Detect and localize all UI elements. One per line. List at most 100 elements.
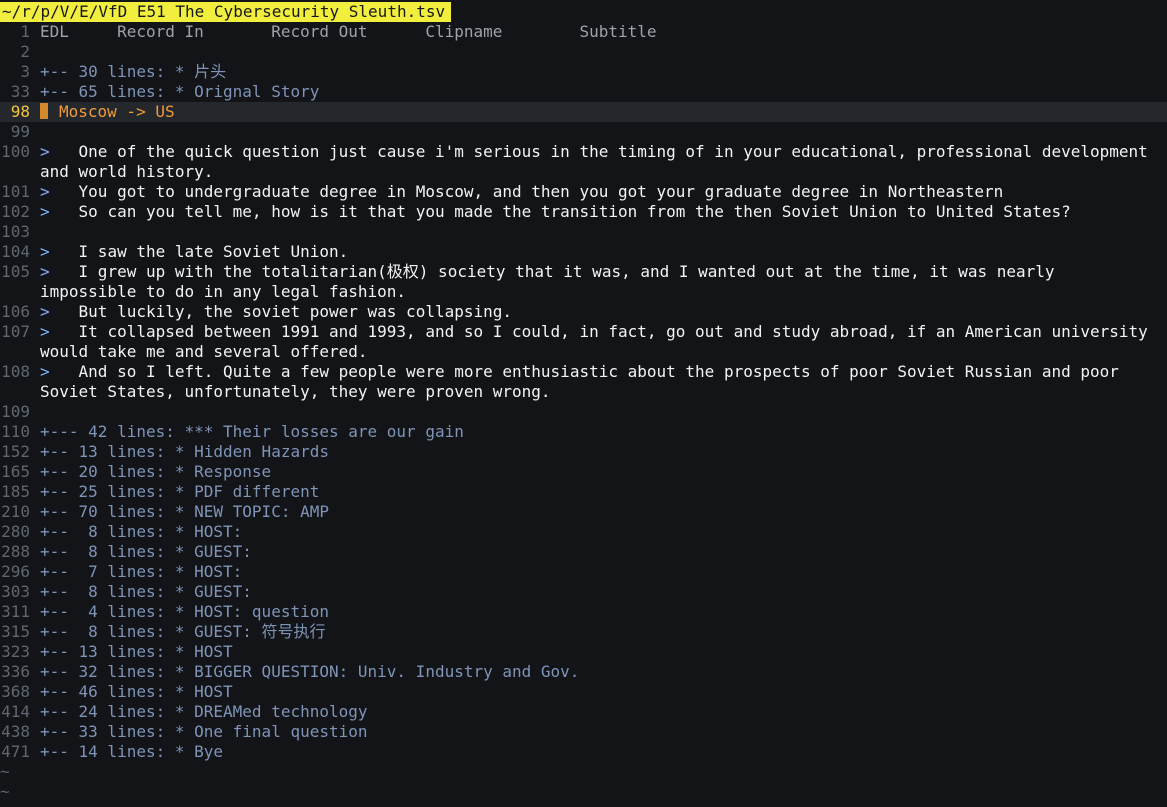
fold-summary: +-- 8 lines: * GUEST: (40, 542, 252, 561)
fold-line[interactable]: 311 +-- 4 lines: * HOST: question (0, 602, 1167, 622)
fold-summary: +-- 8 lines: * GUEST: (40, 582, 252, 601)
line-number: 103 (1, 222, 30, 241)
transcript-text: > You got to undergraduate degree in Mos… (30, 182, 1160, 202)
line-text: So can you tell me, how is it that you m… (49, 202, 1071, 221)
line-text: One of the quick question just cause i'm… (40, 142, 1158, 181)
fold-line[interactable]: 296 +-- 7 lines: * HOST: (0, 562, 1167, 582)
line-number: 106 (1, 302, 30, 321)
line-number: 438 (1, 722, 30, 741)
line-text: I grew up with the totalitarian(极权) soci… (40, 262, 1065, 301)
line-number: 165 (1, 462, 30, 481)
fold-line[interactable]: 3 +-- 30 lines: * 片头 (0, 62, 1167, 82)
transcript-line[interactable]: 104 > I saw the late Soviet Union. (0, 242, 1167, 262)
fold-summary: +-- 4 lines: * HOST: question (40, 602, 329, 621)
fold-line[interactable]: 280 +-- 8 lines: * HOST: (0, 522, 1167, 542)
fold-line[interactable]: 336 +-- 32 lines: * BIGGER QUESTION: Univ… (0, 662, 1167, 682)
fold-summary: +-- 8 lines: * HOST: (40, 522, 243, 541)
fold-summary: +-- 13 lines: * Hidden Hazards (40, 442, 329, 461)
line-number: 108 (1, 362, 30, 381)
fold-summary: +-- 30 lines: * 片头 (40, 62, 227, 81)
fold-line[interactable]: 185 +-- 25 lines: * PDF different (0, 482, 1167, 502)
empty-content (30, 42, 1160, 62)
line-number: 280 (1, 522, 30, 541)
fold-line[interactable]: 165 +-- 20 lines: * Response (0, 462, 1167, 482)
line-number: 109 (1, 402, 30, 421)
transcript-line[interactable]: 102 > So can you tell me, how is it that … (0, 202, 1167, 222)
fold-summary: +-- 32 lines: * BIGGER QUESTION: Univ. I… (40, 662, 580, 681)
tsv-header-text: EDL Record In Record Out Clipname Subtit… (40, 22, 657, 41)
line-number: 102 (1, 202, 30, 221)
line-number: 303 (1, 582, 30, 601)
fold-line[interactable]: 210 +-- 70 lines: * NEW TOPIC: AMP (0, 502, 1167, 522)
fold-line[interactable]: 315 +-- 8 lines: * GUEST: 符号执行 (0, 622, 1167, 642)
quote-marker: > (40, 362, 50, 381)
blank-line[interactable]: 109 (0, 402, 1167, 422)
fold-line[interactable]: 323 +-- 13 lines: * HOST (0, 642, 1167, 662)
vim-editor[interactable]: ~/r/p/V/E/VfD E51 The Cybersecurity Sleu… (0, 0, 1167, 807)
line-text: It collapsed between 1991 and 1993, and … (40, 322, 1158, 361)
fold-line[interactable]: 288 +-- 8 lines: * GUEST: (0, 542, 1167, 562)
blank-line[interactable]: 99 (0, 122, 1167, 142)
line-number: 296 (1, 562, 30, 581)
line-number: 105 (1, 262, 30, 281)
empty-content (30, 122, 1160, 142)
line-number: 2 (20, 42, 30, 61)
transcript-text: > It collapsed between 1991 and 1993, an… (30, 322, 1160, 362)
quote-marker: > (40, 302, 50, 321)
quote-marker: > (40, 142, 50, 161)
transcript-line[interactable]: 106 > But luckily, the soviet power was c… (0, 302, 1167, 322)
line-number: 368 (1, 682, 30, 701)
transcript-line[interactable]: 105 > I grew up with the totalitarian(极权)… (0, 262, 1167, 302)
quote-marker: > (40, 322, 50, 341)
line-number: 3 (20, 62, 30, 81)
empty-line-marker: ~ (0, 762, 10, 781)
fold-line[interactable]: 110 +--- 42 lines: *** Their losses are o… (0, 422, 1167, 442)
blank-line[interactable]: 103 (0, 222, 1167, 242)
cursor-line[interactable]: 98 Moscow -> US (0, 102, 1167, 122)
fold-summary: +-- 20 lines: * Response (40, 462, 272, 481)
line-number: 185 (1, 482, 30, 501)
fold-line[interactable]: 414 +-- 24 lines: * DREAMed technology (0, 702, 1167, 722)
line-number: 315 (1, 622, 30, 641)
buffer-tab[interactable]: ~/r/p/V/E/VfD E51 The Cybersecurity Sleu… (0, 2, 452, 22)
fold-summary: +--- 42 lines: *** Their losses are our … (40, 422, 464, 441)
line-number: 210 (1, 502, 30, 521)
text-buffer[interactable]: 1 EDL Record In Record Out Clipname Subt… (0, 22, 1167, 762)
fold-line[interactable]: 303 +-- 8 lines: * GUEST: (0, 582, 1167, 602)
quote-marker: > (40, 262, 50, 281)
line-number: 471 (1, 742, 30, 761)
line-number: 1 (20, 22, 30, 41)
fold-line[interactable]: 368 +-- 46 lines: * HOST (0, 682, 1167, 702)
fold-summary: +-- 46 lines: * HOST (40, 682, 233, 701)
line-number: 152 (1, 442, 30, 461)
transcript-line[interactable]: 108 > And so I left. Quite a few people w… (0, 362, 1167, 402)
heading-text: Moscow -> US (59, 102, 175, 121)
fold-summary: +-- 25 lines: * PDF different (40, 482, 320, 501)
transcript-line[interactable]: 101 > You got to undergraduate degree in … (0, 182, 1167, 202)
empty-line-marker: ~ (0, 782, 10, 801)
transcript-text: > I saw the late Soviet Union. (30, 242, 1160, 262)
quote-marker: > (40, 202, 50, 221)
fold-summary: +-- 33 lines: * One final question (40, 722, 368, 741)
line-number: 323 (1, 642, 30, 661)
fold-summary: +-- 24 lines: * DREAMed technology (40, 702, 368, 721)
line-text: I saw the late Soviet Union. (49, 242, 349, 261)
blank-line[interactable]: 2 (0, 42, 1167, 62)
line-number: 100 (1, 142, 30, 161)
empty-content (30, 402, 1160, 422)
empty-content (30, 222, 1160, 242)
line-number: 33 (10, 82, 30, 101)
line-number: 311 (1, 602, 30, 621)
fold-line[interactable]: 33 +-- 65 lines: * Orignal Story (0, 82, 1167, 102)
fold-line[interactable]: 471 +-- 14 lines: * Bye (0, 742, 1167, 762)
fold-line[interactable]: 438 +-- 33 lines: * One final question (0, 722, 1167, 742)
line-number: 110 (1, 422, 30, 441)
transcript-text: > So can you tell me, how is it that you… (30, 202, 1160, 222)
line-text: And so I left. Quite a few people were m… (40, 362, 1129, 401)
transcript-text: > And so I left. Quite a few people were… (30, 362, 1160, 402)
transcript-line[interactable]: 100 > One of the quick question just caus… (0, 142, 1167, 182)
transcript-line[interactable]: 107 > It collapsed between 1991 and 1993,… (0, 322, 1167, 362)
line-number: 99 (10, 122, 30, 141)
fold-line[interactable]: 152 +-- 13 lines: * Hidden Hazards (0, 442, 1167, 462)
section-heading: Moscow -> US (30, 102, 1160, 122)
